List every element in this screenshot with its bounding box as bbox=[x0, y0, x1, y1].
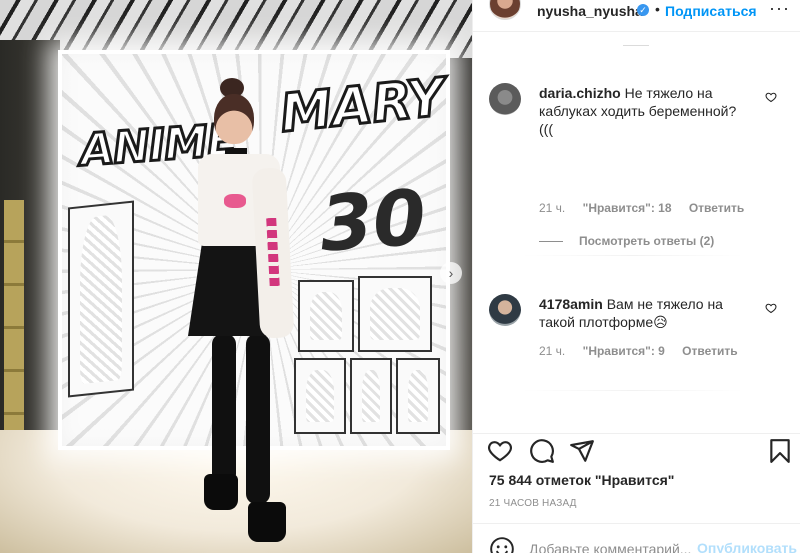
comment-likes-count[interactable]: "Нравится": 9 bbox=[583, 344, 665, 358]
post-photo[interactable]: ANIME MARY 30 › bbox=[0, 0, 472, 553]
likes-count[interactable]: 75 844 отметок "Нравится" bbox=[489, 472, 674, 488]
heart-icon[interactable] bbox=[487, 438, 513, 464]
manga-panel bbox=[68, 200, 134, 398]
commenter-avatar[interactable] bbox=[489, 294, 521, 326]
post-timestamp[interactable]: 21 часов назад bbox=[489, 498, 577, 509]
divider bbox=[523, 390, 743, 391]
manga-panel bbox=[294, 358, 346, 434]
replies-rule bbox=[539, 241, 563, 243]
verified-badge-icon: ✓ bbox=[637, 4, 649, 16]
publish-button[interactable]: Опубликовать bbox=[697, 540, 797, 553]
commenter-avatar[interactable] bbox=[489, 83, 521, 115]
comment-input[interactable] bbox=[529, 538, 695, 553]
head bbox=[214, 94, 254, 144]
comments-list[interactable]: daria.chizho Не тяжело на каблуках ходит… bbox=[473, 33, 800, 433]
author-username[interactable]: nyusha_nyusha bbox=[537, 3, 643, 19]
manga-panel bbox=[358, 276, 432, 352]
reply-button[interactable]: Ответить bbox=[689, 201, 744, 215]
right-leg bbox=[246, 334, 270, 504]
view-replies-button[interactable]: Посмотреть ответы (2) bbox=[539, 234, 714, 248]
person-figure bbox=[168, 78, 298, 548]
comment-username[interactable]: daria.chizho bbox=[539, 85, 621, 101]
post-side-panel: nyusha_nyusha ✓ • Подписаться ··· daria.… bbox=[472, 0, 800, 553]
comment-age[interactable]: 21 ч. bbox=[539, 344, 565, 358]
post-actions-bar bbox=[473, 433, 800, 467]
left-shoe bbox=[204, 474, 238, 510]
left-leg bbox=[212, 334, 236, 484]
author-avatar[interactable] bbox=[489, 0, 521, 20]
post-header: nyusha_nyusha ✓ • Подписаться ··· bbox=[473, 0, 800, 32]
comment-username[interactable]: 4178amin bbox=[539, 296, 603, 312]
comment-meta: 21 ч. "Нравится": 9 Ответить bbox=[539, 344, 752, 358]
manga-panel bbox=[350, 358, 392, 434]
emoji-icon[interactable] bbox=[489, 536, 515, 553]
comment-age[interactable]: 21 ч. bbox=[539, 201, 565, 215]
header-separator: • bbox=[655, 1, 660, 17]
chevron-right-icon: › bbox=[448, 265, 454, 281]
comment-like-icon[interactable] bbox=[765, 302, 777, 314]
photo-bamboo bbox=[4, 200, 24, 430]
reply-button[interactable]: Ответить bbox=[682, 344, 737, 358]
manga-panel bbox=[298, 280, 354, 352]
comment-likes-count[interactable]: "Нравится": 18 bbox=[583, 201, 672, 215]
more-horizontal-icon[interactable]: ··· bbox=[769, 0, 790, 19]
manga-panel bbox=[396, 358, 440, 434]
comment-text: daria.chizho Не тяжело на каблуках ходит… bbox=[539, 84, 754, 138]
divider bbox=[623, 45, 649, 46]
banner-number: 30 bbox=[317, 172, 429, 269]
share-icon[interactable] bbox=[569, 438, 595, 464]
comment-like-icon[interactable] bbox=[765, 91, 777, 103]
divider bbox=[523, 255, 743, 256]
comment-icon[interactable] bbox=[529, 438, 555, 464]
add-comment-bar: Опубликовать bbox=[473, 523, 800, 553]
view-replies-label: Посмотреть ответы (2) bbox=[579, 234, 715, 248]
carousel-next-button[interactable]: › bbox=[440, 262, 462, 284]
follow-button[interactable]: Подписаться bbox=[665, 3, 757, 19]
comment-meta: 21 ч. "Нравится": 18 Ответить bbox=[539, 201, 758, 215]
bookmark-icon[interactable] bbox=[767, 438, 793, 464]
comment-text: 4178amin Вам не тяжело на такой плотформ… bbox=[539, 295, 754, 331]
right-shoe bbox=[248, 502, 286, 542]
